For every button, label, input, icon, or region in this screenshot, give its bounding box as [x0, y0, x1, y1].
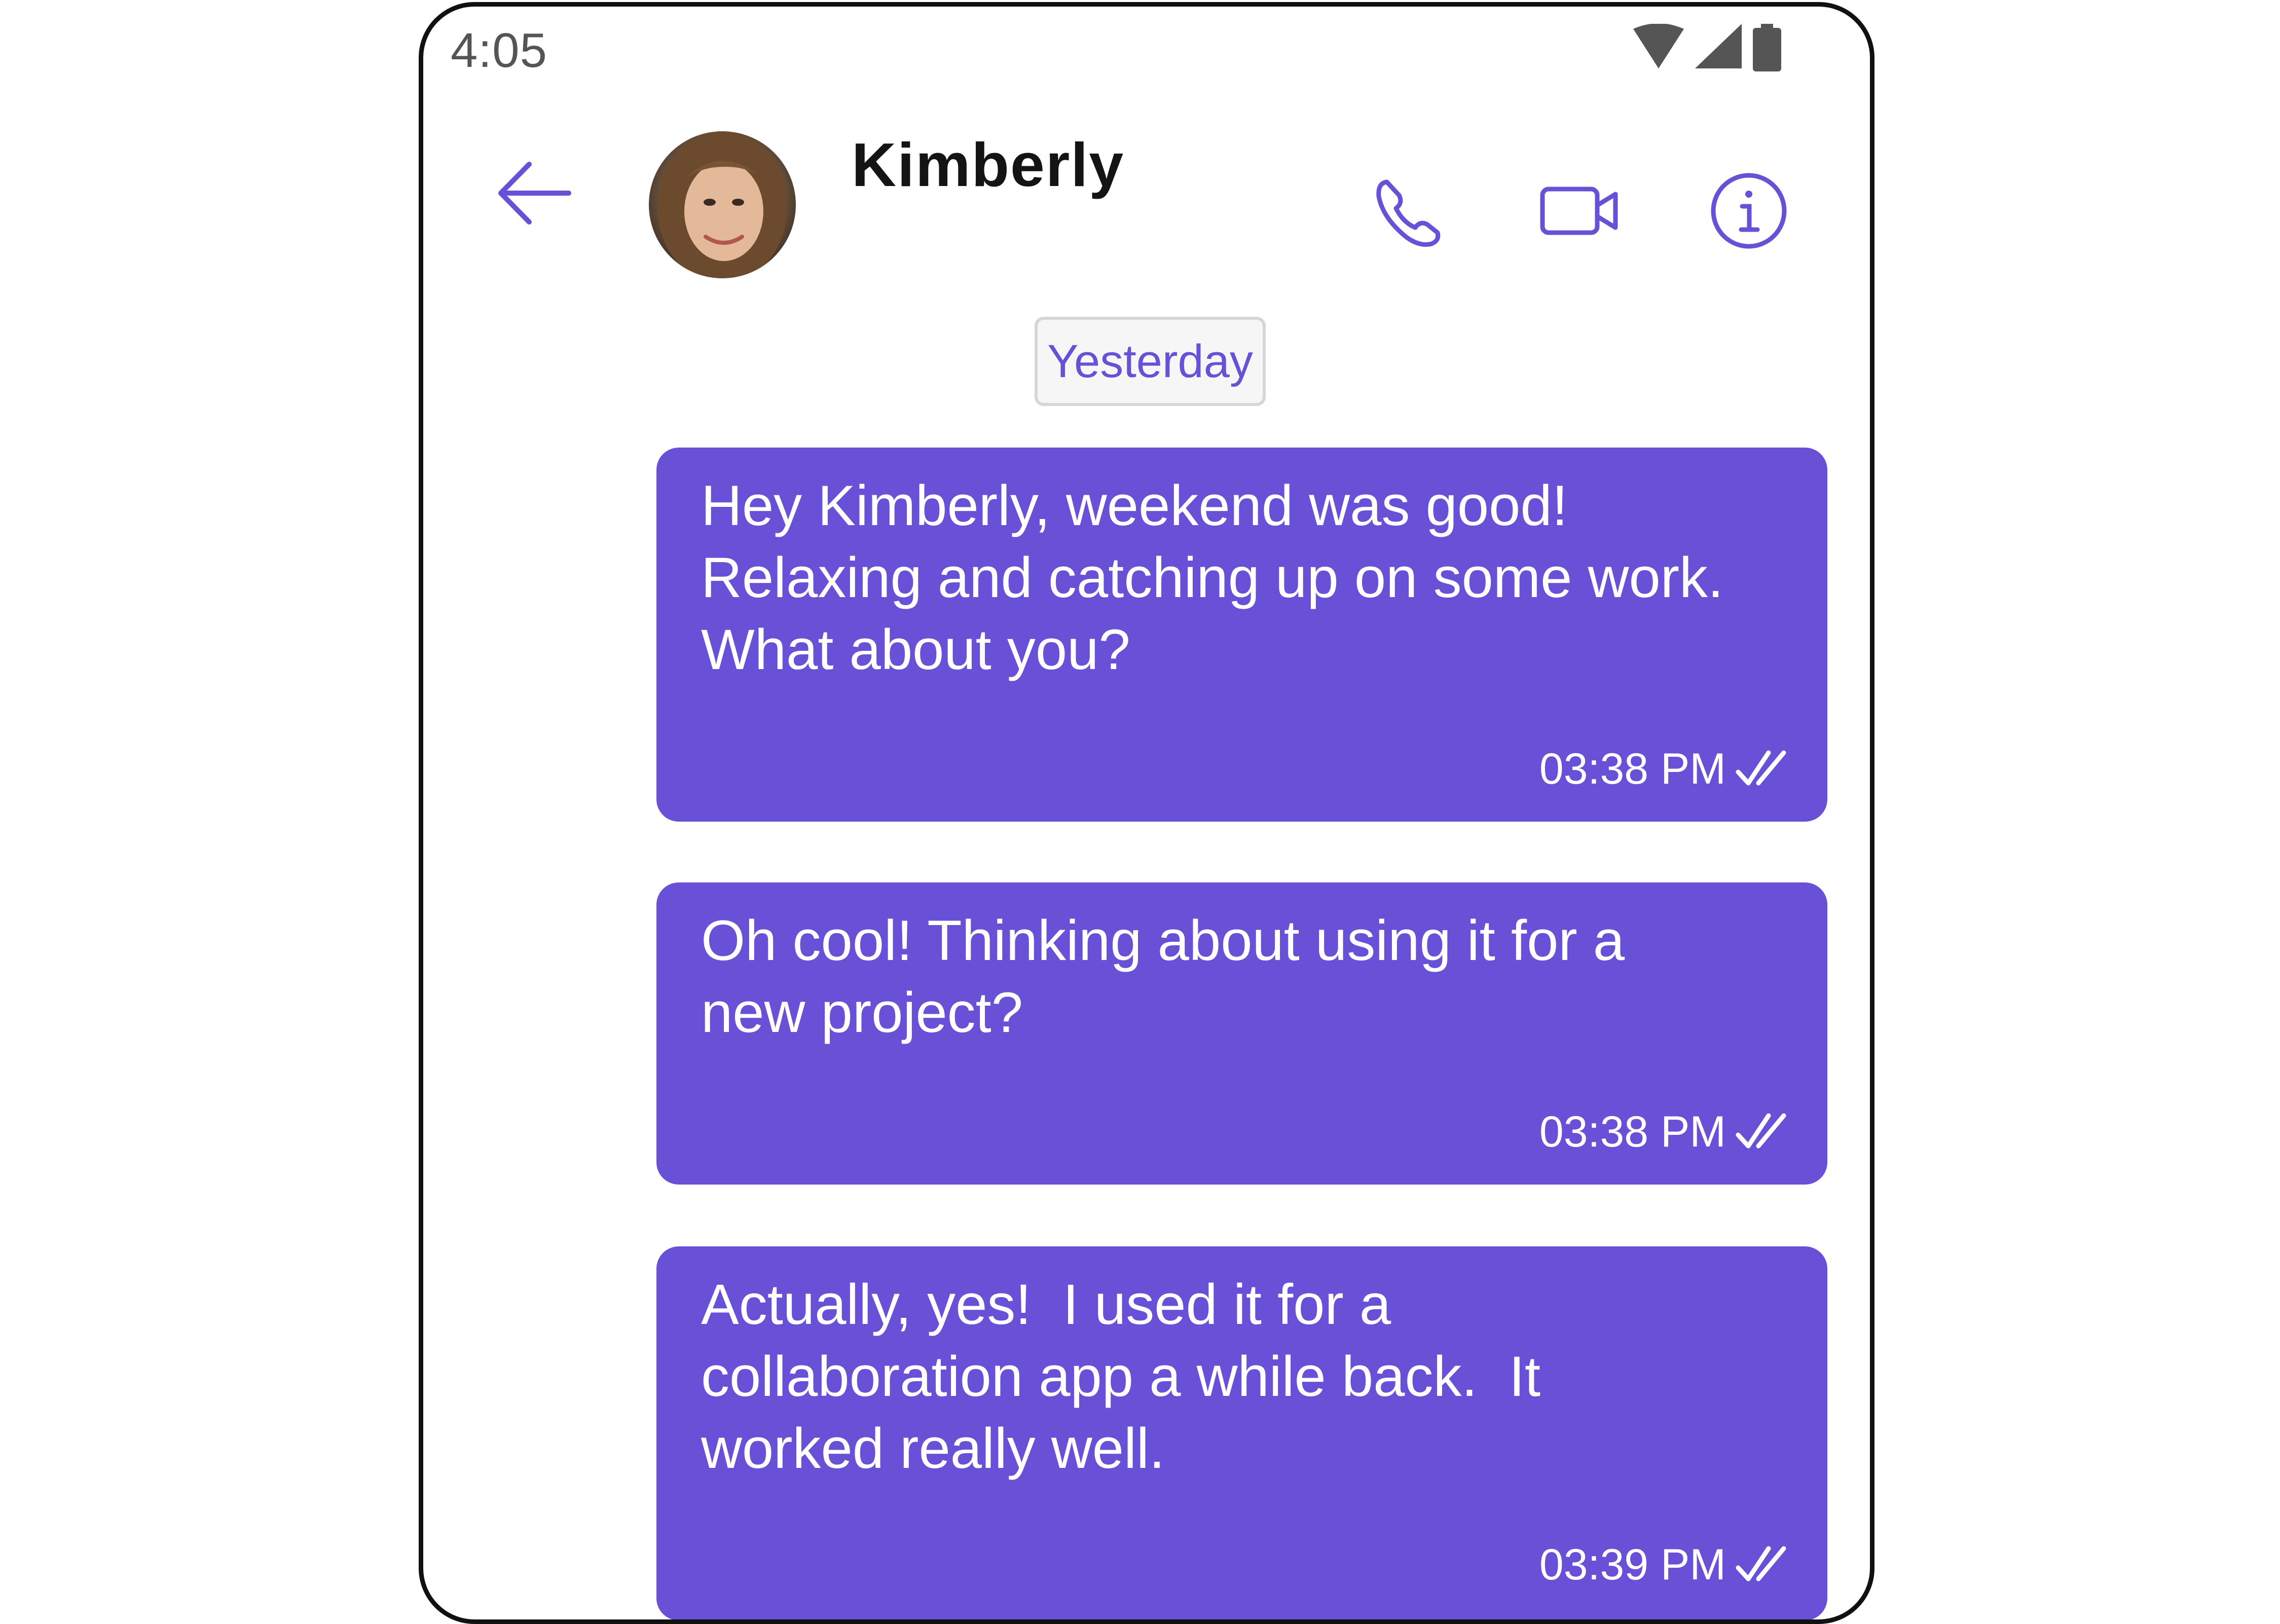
outgoing-message[interactable]: Oh cool! Thinking about using it for a n… [656, 882, 1827, 1185]
status-bar-time: 4:05 [451, 23, 547, 78]
outgoing-message[interactable]: Actually, yes! I used it for a collabora… [656, 1246, 1827, 1619]
info-icon[interactable] [1706, 168, 1792, 254]
cell-signal-icon [1695, 24, 1742, 68]
phone-call-icon[interactable] [1368, 168, 1454, 254]
message-time: 03:38 PM [1539, 745, 1726, 793]
outgoing-message[interactable]: Hey Kimberly, weekend was good! Relaxing… [656, 448, 1827, 822]
wifi-icon [1633, 24, 1684, 68]
date-separator: Yesterday [1035, 317, 1266, 406]
contact-name: Kimberly [852, 130, 1125, 199]
back-arrow-icon[interactable] [493, 150, 579, 236]
message-time: 03:39 PM [1539, 1540, 1726, 1589]
message-meta: 03:38 PM [1539, 744, 1791, 794]
read-receipt-icon [1736, 1113, 1786, 1148]
phone-frame: 4:05 Kimberly Yesterday Hey Kimberly, we… [419, 2, 1874, 1624]
read-receipt-icon [1736, 1546, 1786, 1581]
avatar[interactable] [649, 131, 796, 278]
status-bar-icons [1633, 24, 1781, 71]
message-time: 03:38 PM [1539, 1108, 1726, 1156]
message-meta: 03:39 PM [1539, 1540, 1791, 1590]
video-call-icon[interactable] [1536, 168, 1623, 254]
message-text: Oh cool! Thinking about using it for a n… [701, 909, 1625, 1044]
message-text: Hey Kimberly, weekend was good! Relaxing… [701, 474, 1724, 681]
read-receipt-icon [1736, 750, 1786, 785]
avatar-image [649, 131, 796, 278]
message-text: Actually, yes! I used it for a collabora… [701, 1273, 1541, 1480]
battery-icon [1753, 24, 1781, 71]
message-meta: 03:38 PM [1539, 1107, 1791, 1157]
